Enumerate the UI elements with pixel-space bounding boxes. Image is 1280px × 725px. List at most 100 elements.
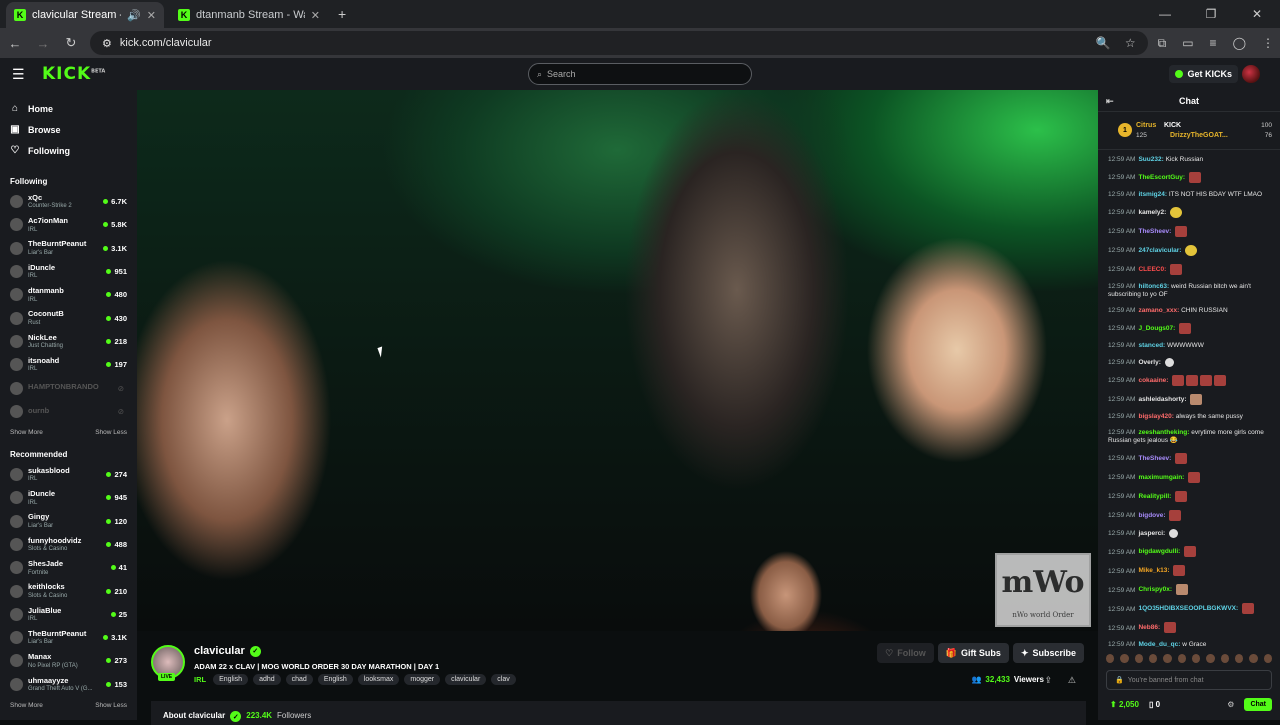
sidebar-channel[interactable]: CoconutB Rust 430 <box>0 306 137 329</box>
get-kicks-button[interactable]: Get KICKs <box>1169 65 1238 83</box>
emote-icon[interactable] <box>1249 653 1258 663</box>
send-chat-button[interactable]: Chat <box>1244 697 1272 711</box>
message-user[interactable]: zeeshantheking: <box>1138 429 1189 436</box>
bookmark-star-icon[interactable]: ☆ <box>1125 36 1136 50</box>
kick-logo[interactable]: KICKBETA <box>42 64 105 84</box>
nav-browse[interactable]: ▣ Browse <box>10 119 127 140</box>
tag[interactable]: looksmax <box>357 674 400 685</box>
media-icon[interactable]: ≡ <box>1210 36 1217 51</box>
subscribe-button[interactable]: ✦ Subscribe <box>1012 643 1084 663</box>
forward-icon[interactable]: → <box>34 36 52 51</box>
emote-icon[interactable] <box>1163 653 1172 663</box>
new-tab-button[interactable]: + <box>338 6 346 22</box>
message-user[interactable]: Mode_du_qc: <box>1138 641 1180 648</box>
extensions-icon[interactable]: ⧉ <box>1158 36 1167 51</box>
message-user[interactable]: maximumgain: <box>1138 474 1184 481</box>
chat-input[interactable]: 🔒 You're banned from chat <box>1106 670 1272 690</box>
message-user[interactable]: CLEEC0: <box>1138 266 1166 273</box>
emote-icon[interactable] <box>1220 653 1229 663</box>
emote-icon[interactable] <box>1148 653 1158 663</box>
speaker-icon[interactable]: 🔊 <box>127 9 141 22</box>
message-user[interactable]: itsmig24: <box>1138 191 1167 198</box>
message-user[interactable]: Realitypill: <box>1138 493 1171 500</box>
message-user[interactable]: ashleidashorty: <box>1138 396 1186 403</box>
show-more-button[interactable]: Show More <box>10 702 43 709</box>
sidebar-channel[interactable]: HAMPTONBRANDO ⊘ <box>0 376 137 399</box>
sidebar-channel[interactable]: iDuncle IRL 951 <box>0 260 137 283</box>
sidebar-channel[interactable]: TheBurntPeanut Liar's Bar 3.1K <box>0 237 137 260</box>
message-user[interactable]: cokaaine: <box>1138 377 1168 384</box>
pinned-leaderboard[interactable]: 1 Citrus 125 KICK DrizzyTheGOAT... 100 7… <box>1098 112 1280 150</box>
emote-icon[interactable] <box>1206 653 1215 663</box>
reload-icon[interactable]: ↻ <box>62 35 80 51</box>
message-user[interactable]: zamano_xxx: <box>1138 307 1179 314</box>
nav-following[interactable]: ♡ Following <box>10 140 127 161</box>
sidebar-channel[interactable]: Manax No Pixel RP (GTA) 273 <box>0 649 137 672</box>
sidebar-channel[interactable]: Ac7ionMan IRL 5.8K <box>0 213 137 236</box>
message-user[interactable]: Mike_k13: <box>1138 568 1169 575</box>
menu-kebab-icon[interactable]: ⋮ <box>1262 36 1274 51</box>
video-player[interactable]: mWo nWo world Order <box>137 90 1098 631</box>
message-user[interactable]: hiltonc63: <box>1138 283 1169 290</box>
message-user[interactable]: stanced: <box>1138 342 1165 349</box>
sidebar-channel[interactable]: JuliaBlue IRL 25 <box>0 603 137 626</box>
sidebar-channel[interactable]: funnyhoodvidz Slots & Casino 488 <box>0 533 137 556</box>
sidebar-channel[interactable]: ShesJade Fortnite 41 <box>0 556 137 579</box>
search-input[interactable]: ⌕ Search <box>528 63 752 85</box>
report-icon[interactable]: ⚠ <box>1068 675 1076 686</box>
emote-icon[interactable] <box>1134 653 1143 663</box>
tag[interactable]: adhd <box>253 674 281 685</box>
sidebar-channel[interactable]: iDuncle IRL 945 <box>0 486 137 509</box>
profile-icon[interactable]: ◯ <box>1233 36 1246 51</box>
gift-subs-button[interactable]: 🎁 Gift Subs <box>937 643 1009 663</box>
emote-icon[interactable] <box>1263 653 1272 663</box>
message-user[interactable]: Overly: <box>1138 359 1160 366</box>
hamburger-menu-icon[interactable]: ☰ <box>12 66 28 83</box>
sidebar-channel[interactable]: sukasblood IRL 274 <box>0 463 137 486</box>
sidebar-channel[interactable]: NickLee Just Chatting 218 <box>0 330 137 353</box>
back-icon[interactable]: ← <box>6 36 24 51</box>
browser-tab-dtanmanb[interactable]: K dtanmanb Stream - Watch Live ✕ <box>170 2 328 28</box>
emote-icon[interactable] <box>1177 653 1186 663</box>
close-tab-icon[interactable]: ✕ <box>311 9 320 22</box>
gear-icon[interactable]: ⚙ <box>1227 700 1234 709</box>
nav-home[interactable]: ⌂ Home <box>10 98 127 119</box>
tag[interactable]: English <box>317 674 353 685</box>
tag[interactable]: clavicular <box>445 674 487 685</box>
sidebar-channel[interactable]: itsnoahd IRL 197 <box>0 353 137 376</box>
message-user[interactable]: J_Dougs07: <box>1138 325 1175 332</box>
tag[interactable]: clav <box>491 674 516 685</box>
message-user[interactable]: 247clavicular: <box>1138 247 1181 254</box>
message-user[interactable]: Chrispy0x: <box>1138 587 1172 594</box>
follow-button[interactable]: ♡ Follow <box>877 643 934 663</box>
show-less-button[interactable]: Show Less <box>95 702 127 709</box>
tag[interactable]: English <box>213 674 249 685</box>
sidebar-channel[interactable]: xQc Counter-Strike 2 6.7K <box>0 190 137 213</box>
message-user[interactable]: jasperci: <box>1138 530 1165 537</box>
sidebar-channel[interactable]: ournb ⊘ <box>0 400 137 423</box>
sidebar-channel[interactable]: Gingy Liar's Bar 120 <box>0 510 137 533</box>
message-user[interactable]: TheSheev: <box>1138 228 1171 235</box>
site-info-icon[interactable]: ⚙ <box>102 37 112 50</box>
message-user[interactable]: TheEscortGuy: <box>1138 174 1185 181</box>
message-user[interactable]: Suu232: <box>1138 156 1163 163</box>
message-user[interactable]: bigdove: <box>1138 512 1165 519</box>
emote-icon[interactable] <box>1234 653 1244 663</box>
sidebar-channel[interactable]: uhmaayyze Grand Theft Auto V (G... 153 <box>0 673 137 696</box>
tag[interactable]: mogger <box>404 674 441 685</box>
emote-icon[interactable] <box>1191 653 1201 663</box>
sidebar-channel[interactable]: dtanmanb IRL 480 <box>0 283 137 306</box>
tag[interactable]: chad <box>285 674 313 685</box>
message-user[interactable]: 1QO35HDIBXSEOOPLBGKWVX: <box>1138 606 1238 613</box>
maximize-button[interactable]: ❐ <box>1188 7 1234 21</box>
message-user[interactable]: kamely2: <box>1138 209 1166 216</box>
channel-points[interactable]: ⬆ 2,050 <box>1110 700 1139 709</box>
show-more-button[interactable]: Show More <box>10 429 43 436</box>
cast-icon[interactable]: ▭ <box>1182 36 1193 51</box>
close-window-button[interactable]: ✕ <box>1234 7 1280 21</box>
emote-icon[interactable] <box>1106 653 1115 663</box>
stream-category[interactable]: IRL <box>194 675 206 684</box>
show-less-button[interactable]: Show Less <box>95 429 127 436</box>
message-user[interactable]: TheSheev: <box>1138 455 1171 462</box>
sidebar-channel[interactable]: keithlocks Slots & Casino 210 <box>0 579 137 602</box>
